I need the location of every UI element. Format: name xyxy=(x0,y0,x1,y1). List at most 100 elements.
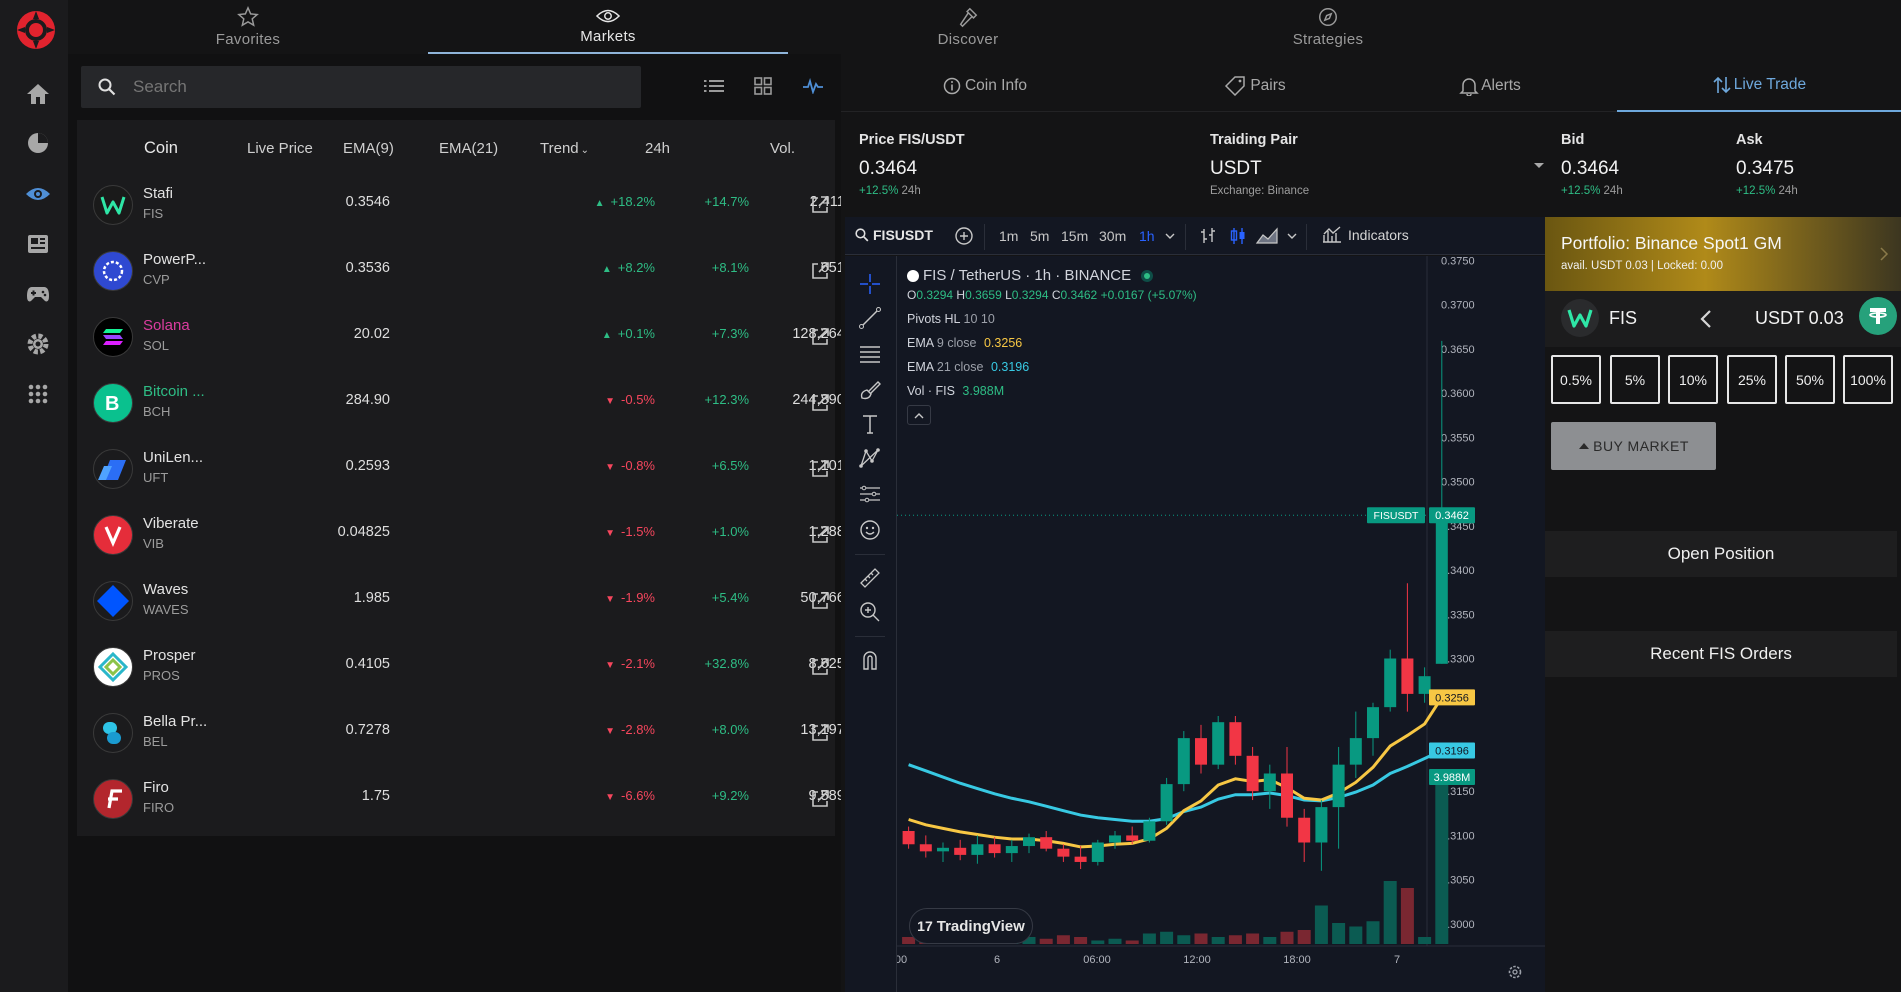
coin-row[interactable]: B Bitcoin ... BCH 284.90 ▼ -0.5% +12.3% 244,890… xyxy=(77,370,873,436)
tradingview-watermark[interactable]: 17 TradingView xyxy=(909,908,1033,944)
portfolio-header[interactable]: Portfolio: Binance Spot1 GM avail. USDT … xyxy=(1545,217,1901,291)
horizontal-lines-icon[interactable] xyxy=(858,342,882,366)
search-bar[interactable] xyxy=(81,66,641,108)
open-position-section[interactable]: Open Position xyxy=(1545,531,1897,577)
price-chart[interactable]: 0.3750 0.3700 0.3650 0.3600 0.3550 0.3500 0.34… xyxy=(897,256,1545,992)
app-logo[interactable] xyxy=(15,9,57,51)
symbol-search[interactable]: FISUSDT xyxy=(855,227,933,243)
timeframe-15m[interactable]: 15m xyxy=(1061,228,1088,244)
indicator-ema21[interactable]: EMA 21 close 0.3196 xyxy=(907,355,1197,379)
pattern-icon[interactable] xyxy=(858,446,882,470)
search-input[interactable] xyxy=(133,66,613,108)
bid-value: 0.3464 xyxy=(1561,158,1620,179)
eye-icon[interactable] xyxy=(20,176,56,212)
ema9-sub: 9 close xyxy=(936,336,977,350)
trend-line-icon[interactable] xyxy=(858,306,882,330)
coin-row[interactable]: PowerP...CVP0.3536▲+8.2%+8.1%651,878 xyxy=(77,238,873,304)
coin-row[interactable]: Solana SOL 20.02 ▲ +0.1% +7.3% 128,264,539 xyxy=(77,304,873,370)
brush-icon[interactable] xyxy=(858,378,882,402)
percent-25-button[interactable]: 25% xyxy=(1727,355,1777,404)
gamepad-icon[interactable] xyxy=(20,276,56,312)
external-link-icon[interactable] xyxy=(809,458,831,480)
timeframe-1h[interactable]: 1h xyxy=(1139,228,1155,244)
header-24h[interactable]: 24h xyxy=(645,140,670,157)
candle-chart-type-icon[interactable] xyxy=(1228,226,1248,246)
pie-chart-icon[interactable] xyxy=(20,125,56,161)
tab-alerts[interactable]: Alerts xyxy=(1405,60,1575,112)
percent-0-5-button[interactable]: 0.5% xyxy=(1551,355,1601,404)
news-icon[interactable] xyxy=(20,226,56,262)
coin-row[interactable]: Waves WAVES 1.985 ▼ -1.9% +5.4% 50,766,287 xyxy=(77,568,873,634)
external-link-icon[interactable] xyxy=(809,788,831,810)
settings-gear-icon[interactable] xyxy=(20,326,56,362)
bid-label: Bid xyxy=(1561,132,1585,148)
magnet-icon[interactable] xyxy=(858,648,882,672)
tab-coin-info[interactable]: Coin Info xyxy=(900,60,1070,112)
list-view-icon[interactable] xyxy=(700,72,728,100)
recent-orders-section[interactable]: Recent FIS Orders xyxy=(1545,631,1897,677)
pair-dropdown-icon[interactable] xyxy=(1533,162,1545,170)
tab-live-trade[interactable]: Live Trade xyxy=(1617,60,1901,112)
coin-row[interactable]: ProsperPROS0.4105▼-2.1%+32.8%8,625,747 xyxy=(77,634,873,700)
header-ema21[interactable]: EMA(21) xyxy=(439,140,498,157)
tab-markets[interactable]: Markets xyxy=(428,0,788,54)
activity-view-icon[interactable] xyxy=(799,72,827,100)
header-coin[interactable]: Coin xyxy=(144,139,178,158)
external-link-icon[interactable] xyxy=(809,656,831,678)
pair-value[interactable]: USDT xyxy=(1210,158,1262,180)
area-chart-type-icon[interactable] xyxy=(1255,226,1279,246)
timeframe-5m[interactable]: 5m xyxy=(1030,228,1049,244)
tab-discover[interactable]: Discover xyxy=(788,0,1148,54)
chart-type-dropdown-icon[interactable] xyxy=(1287,233,1297,240)
timeframe-30m[interactable]: 30m xyxy=(1099,228,1126,244)
tab-strategies[interactable]: Strategies xyxy=(1148,0,1508,54)
tab-pairs[interactable]: Pairs xyxy=(1170,60,1340,112)
grid-view-icon[interactable] xyxy=(749,72,777,100)
tab-markets-label: Markets xyxy=(580,28,636,45)
chevron-right-icon[interactable] xyxy=(1880,247,1889,261)
buy-market-button[interactable]: BUY MARKET xyxy=(1551,422,1716,470)
timeframe-dropdown-icon[interactable] xyxy=(1165,233,1175,240)
apps-grid-icon[interactable] xyxy=(20,376,56,412)
text-tool-icon[interactable] xyxy=(858,412,882,436)
candle-body xyxy=(1298,817,1311,843)
emoji-icon[interactable] xyxy=(858,518,882,542)
collapse-legend-button[interactable] xyxy=(907,405,931,425)
percent-5-button[interactable]: 5% xyxy=(1610,355,1660,404)
forecast-icon[interactable] xyxy=(858,482,882,506)
coin-row[interactable]: StafiFIS0.3546▲+18.2%+14.7%2,411,684 xyxy=(77,172,873,238)
indicator-volume[interactable]: Vol · FIS 3.988M xyxy=(907,379,1197,403)
swap-arrow-left-icon[interactable] xyxy=(1700,309,1712,329)
percent-100-button[interactable]: 100% xyxy=(1843,355,1893,404)
tab-favorites[interactable]: Favorites xyxy=(68,0,428,54)
external-link-icon[interactable] xyxy=(809,260,831,282)
trend-arrow-icon: ▼ xyxy=(605,660,616,671)
coin-row[interactable]: FiroFIRO1.75▼-6.6%+9.2%9,589,869 xyxy=(77,766,873,832)
home-icon[interactable] xyxy=(20,76,56,112)
external-link-icon[interactable] xyxy=(809,722,831,744)
coin-row[interactable]: ViberateVIB0.04825▼-1.5%+1.0%1,288,915 xyxy=(77,502,873,568)
indicator-ema9[interactable]: EMA 9 close 0.3256 xyxy=(907,331,1197,355)
compare-add-icon[interactable] xyxy=(954,226,974,246)
external-link-icon[interactable] xyxy=(809,524,831,546)
coin-row[interactable]: UniLen...UFT0.2593▼-0.8%+6.5%1,101,035 xyxy=(77,436,873,502)
header-trend[interactable]: Trend ⌄ xyxy=(540,140,589,157)
external-link-icon[interactable] xyxy=(809,194,831,216)
zoom-in-icon[interactable] xyxy=(858,600,882,624)
percent-50-button[interactable]: 50% xyxy=(1785,355,1835,404)
bar-chart-type-icon[interactable] xyxy=(1198,226,1218,246)
header-ema9[interactable]: EMA(9) xyxy=(343,140,394,157)
ruler-icon[interactable] xyxy=(858,566,882,590)
crosshair-icon[interactable] xyxy=(858,272,882,296)
percent-10-button[interactable]: 10% xyxy=(1668,355,1718,404)
external-link-icon[interactable] xyxy=(809,590,831,612)
header-live-price[interactable]: Live Price xyxy=(247,140,313,157)
header-volume[interactable]: Vol. xyxy=(770,140,795,157)
indicators-button[interactable]: Indicators xyxy=(1322,226,1409,244)
chart-settings-icon[interactable] xyxy=(1507,964,1523,980)
coin-row[interactable]: Bella Pr... BEL 0.7278 ▼ -2.8% +8.0% 13,197,99… xyxy=(77,700,873,766)
external-link-icon[interactable] xyxy=(809,392,831,414)
external-link-icon[interactable] xyxy=(809,326,831,348)
timeframe-1m[interactable]: 1m xyxy=(999,228,1018,244)
indicator-pivots[interactable]: Pivots HL 10 10 xyxy=(907,307,1197,331)
